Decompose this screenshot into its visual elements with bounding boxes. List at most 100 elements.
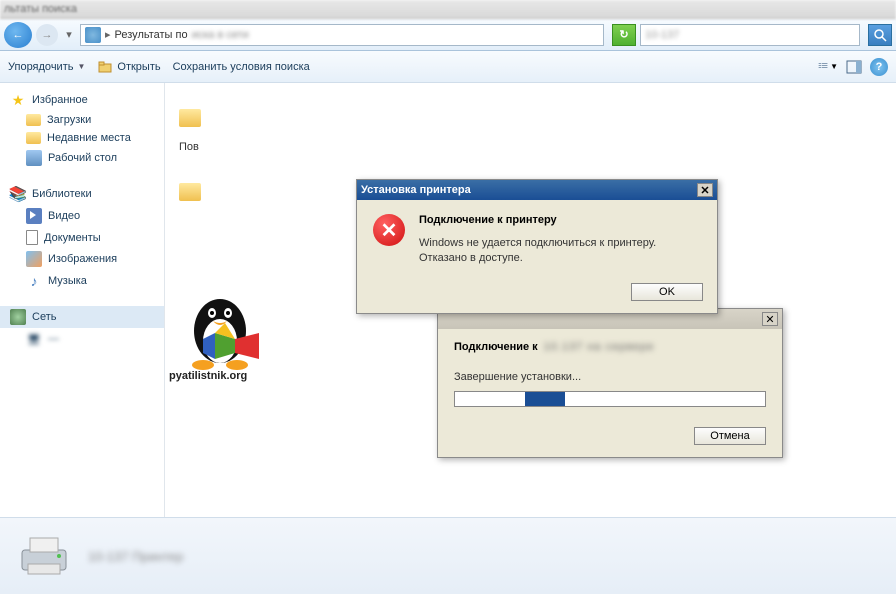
refresh-icon: ↻ [619, 28, 628, 41]
view-options-button[interactable]: ▼ [818, 57, 838, 77]
close-button[interactable]: ✕ [697, 183, 713, 197]
open-button[interactable]: Открыть [97, 59, 160, 75]
network-group: Сеть 🖥 — [0, 306, 164, 350]
sidebar-item-documents[interactable]: Документы [0, 227, 164, 248]
navigation-pane: ★ Избранное Загрузки Недавние места Рабо… [0, 83, 165, 517]
progress-actions: Отмена [454, 427, 766, 445]
search-location-icon [85, 27, 101, 43]
details-text-blurred: 10-137 Принтер [88, 549, 183, 564]
sidebar-item-label: Недавние места [47, 132, 131, 144]
result-row[interactable] [173, 105, 888, 131]
sidebar-item-label: — [48, 333, 59, 345]
forward-arrow-icon: → [42, 29, 53, 41]
logo-text: pyatilistnik.org [169, 370, 247, 382]
sidebar-item-recent[interactable]: Недавние места [0, 129, 164, 147]
navigation-bar: ← → ▾ ▸ Результаты по иска в сети ↻ [0, 19, 896, 51]
save-search-button[interactable]: Сохранить условия поиска [173, 61, 310, 73]
open-icon [97, 59, 113, 75]
folder-icon [26, 114, 41, 126]
ok-button[interactable]: OK [631, 283, 703, 301]
libraries-label: Библиотеки [32, 188, 92, 200]
image-icon [26, 251, 42, 267]
sidebar-item-label: Видео [48, 210, 80, 222]
progress-dialog: ✕ Подключение к 10.137 на сервере Заверш… [437, 308, 783, 458]
progress-bar [454, 391, 766, 407]
error-icon: ✕ [373, 214, 405, 246]
computer-icon: 🖥 [26, 331, 42, 347]
video-icon [26, 208, 42, 224]
progress-prefix: Подключение к [454, 341, 538, 353]
sidebar-item-label: Документы [44, 232, 101, 244]
window-titlebar: льтаты поиска [0, 0, 896, 19]
sidebar-item-label: Изображения [48, 253, 117, 265]
error-text: Подключение к принтеру Windows не удаетс… [419, 214, 656, 267]
favorites-group: ★ Избранное Загрузки Недавние места Рабо… [0, 89, 164, 169]
refresh-button[interactable]: ↻ [612, 24, 636, 46]
row-prefix: Пов [179, 141, 199, 153]
error-heading: Подключение к принтеру [419, 214, 656, 226]
address-bar[interactable]: ▸ Результаты по иска в сети [80, 24, 604, 46]
network-header[interactable]: Сеть [0, 306, 164, 328]
back-button[interactable]: ← [4, 22, 32, 48]
printer-thumbnail [14, 532, 74, 580]
save-search-label: Сохранить условия поиска [173, 61, 310, 73]
search-button[interactable] [868, 24, 892, 46]
main-area: ★ Избранное Загрузки Недавние места Рабо… [0, 83, 896, 517]
forward-button[interactable]: → [36, 24, 58, 46]
progress-target-blurred: 10.137 на сервере [544, 341, 655, 353]
error-title: Установка принтера [361, 184, 471, 196]
sidebar-item-label: Рабочий стол [48, 152, 117, 164]
favorites-label: Избранное [32, 94, 88, 106]
sidebar-item-label: Загрузки [47, 114, 91, 126]
watermark-logo: pyatilistnik.org [165, 283, 285, 383]
sidebar-item-music[interactable]: ♪ Музыка [0, 270, 164, 292]
search-input[interactable] [645, 29, 855, 41]
toolbar-right: ▼ ? [818, 57, 888, 77]
breadcrumb-blurred: иска в сети [192, 29, 249, 41]
favorites-header[interactable]: ★ Избранное [0, 89, 164, 111]
chevron-down-icon: ▼ [77, 62, 85, 71]
progress-fill [525, 392, 565, 406]
error-dialog: Установка принтера ✕ ✕ Подключение к при… [356, 179, 718, 314]
star-icon: ★ [10, 92, 26, 108]
libraries-header[interactable]: 📚 Библиотеки [0, 183, 164, 205]
sidebar-item-downloads[interactable]: Загрузки [0, 111, 164, 129]
error-line1: Windows не удается подключиться к принте… [419, 236, 656, 251]
progress-label: Подключение к 10.137 на сервере [454, 341, 766, 353]
document-icon [26, 230, 38, 245]
back-arrow-icon: ← [13, 29, 24, 41]
title-text: льтаты поиска [4, 3, 77, 15]
sidebar-item-images[interactable]: Изображения [0, 248, 164, 270]
close-icon: ✕ [765, 313, 774, 326]
chevron-down-icon: ▾ [66, 29, 72, 41]
error-line2: Отказано в доступе. [419, 251, 656, 266]
organize-label: Упорядочить [8, 61, 73, 73]
close-icon: ✕ [700, 184, 709, 197]
cancel-button[interactable]: Отмена [694, 427, 766, 445]
close-button[interactable]: ✕ [762, 312, 778, 326]
preview-pane-button[interactable] [844, 57, 864, 77]
folder-icon [179, 183, 201, 201]
cancel-label: Отмена [710, 430, 749, 442]
help-button[interactable]: ? [870, 58, 888, 76]
sidebar-item-label: Музыка [48, 275, 87, 287]
error-body: ✕ Подключение к принтеру Windows не удае… [357, 200, 717, 277]
libraries-icon: 📚 [10, 186, 26, 202]
organize-menu[interactable]: Упорядочить ▼ [8, 61, 85, 73]
search-box[interactable] [640, 24, 860, 46]
progress-body: Подключение к 10.137 на сервере Завершен… [438, 329, 782, 457]
sidebar-item-desktop[interactable]: Рабочий стол [0, 147, 164, 169]
history-dropdown[interactable]: ▾ [62, 28, 76, 41]
result-text: Пов [173, 137, 888, 157]
details-pane: 10-137 Принтер [0, 517, 896, 594]
breadcrumb-text: Результаты по [115, 29, 188, 41]
command-toolbar: Упорядочить ▼ Открыть Сохранить условия … [0, 51, 896, 83]
magnifier-icon [873, 28, 887, 42]
open-label: Открыть [117, 61, 160, 73]
error-actions: OK [357, 277, 717, 313]
sidebar-item-network-node[interactable]: 🖥 — [0, 328, 164, 350]
error-titlebar[interactable]: Установка принтера ✕ [357, 180, 717, 200]
sidebar-item-video[interactable]: Видео [0, 205, 164, 227]
help-icon: ? [876, 61, 883, 73]
breadcrumb-separator: ▸ [105, 28, 111, 41]
